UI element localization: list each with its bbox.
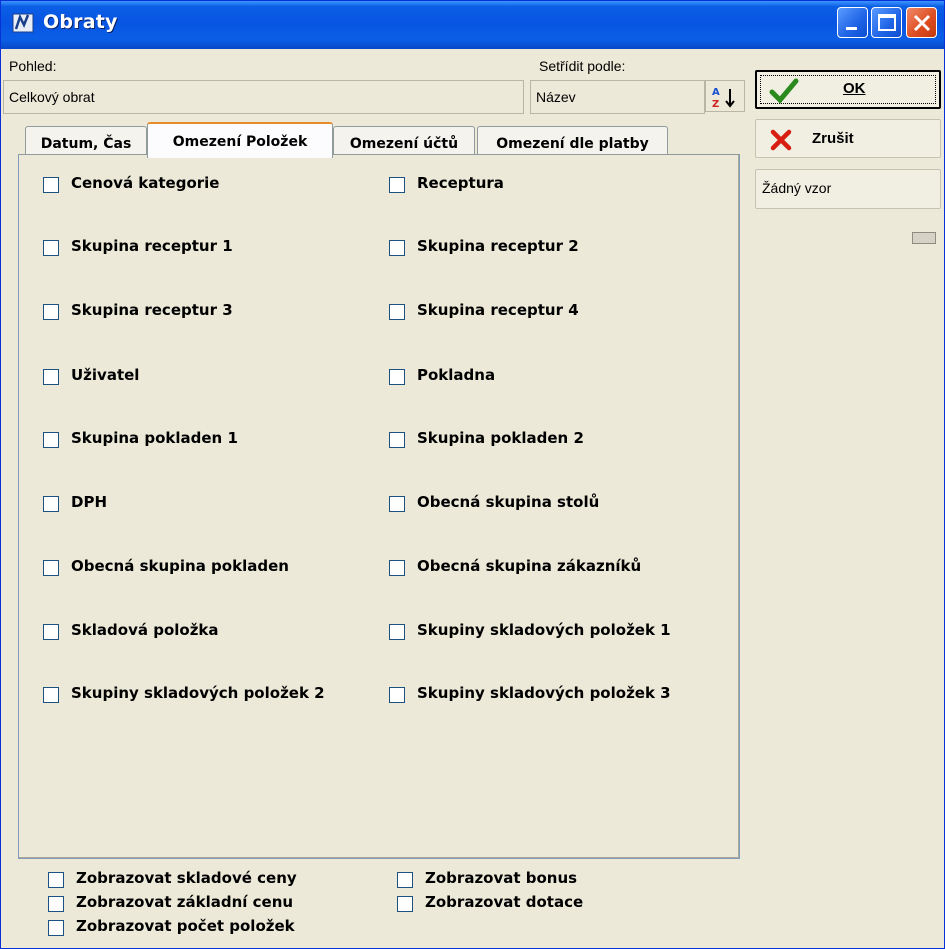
filter-checkbox[interactable] <box>389 369 405 385</box>
filter-label: Skladová položka <box>71 621 219 639</box>
filter-label: Skupina receptur 4 <box>417 301 579 319</box>
option-checkbox[interactable] <box>48 920 64 936</box>
cancel-x-icon <box>770 129 792 151</box>
filter-checkbox[interactable] <box>43 432 59 448</box>
filter-checkbox[interactable] <box>43 240 59 256</box>
filter-checkbox[interactable] <box>43 496 59 512</box>
cancel-button[interactable]: Zrušit <box>755 119 941 158</box>
filter-checkbox[interactable] <box>389 432 405 448</box>
template-label: Žádný vzor <box>762 180 832 196</box>
view-field[interactable]: Celkový obrat <box>3 80 524 114</box>
minimize-button[interactable] <box>837 7 868 38</box>
filter-label: Skupiny skladových položek 3 <box>417 684 671 702</box>
cancel-label: Zrušit <box>812 130 854 147</box>
filter-checkbox[interactable] <box>43 177 59 193</box>
tab-omezeni-polozek[interactable]: Omezení Položek <box>147 122 333 158</box>
option-label: Zobrazovat bonus <box>425 869 578 887</box>
filter-checkbox[interactable] <box>43 560 59 576</box>
svg-text:Z: Z <box>712 99 719 110</box>
filter-label: Skupina pokladen 2 <box>417 429 584 447</box>
sort-value: Název <box>536 89 576 105</box>
tab-label: Omezení účtů <box>349 136 459 152</box>
option-checkbox[interactable] <box>397 872 413 888</box>
option-label: Zobrazovat dotace <box>425 893 584 911</box>
filter-label: Skupina receptur 1 <box>71 237 233 255</box>
filter-label: Skupina receptur 2 <box>417 237 579 255</box>
maximize-button[interactable] <box>871 7 902 38</box>
sort-field[interactable]: Název <box>530 80 705 114</box>
close-icon <box>913 14 931 32</box>
sort-az-icon: A Z <box>712 87 735 110</box>
filter-checkbox[interactable] <box>43 304 59 320</box>
filter-label: Skupina receptur 3 <box>71 301 233 319</box>
minimize-icon <box>846 27 857 30</box>
close-button[interactable] <box>906 7 937 38</box>
filter-checkbox[interactable] <box>389 496 405 512</box>
tab-panel: Cenová kategorie Receptura Skupina recep… <box>18 154 740 859</box>
filter-label: Skupiny skladových položek 1 <box>417 621 671 639</box>
option-label: Zobrazovat počet položek <box>76 917 295 935</box>
filter-label: Cenová kategorie <box>71 174 220 192</box>
filter-checkbox[interactable] <box>389 687 405 703</box>
check-icon <box>769 78 799 104</box>
tab-label: Omezení dle platby <box>496 136 649 152</box>
filter-label: Obecná skupina stolů <box>417 493 600 511</box>
filter-checkbox[interactable] <box>389 304 405 320</box>
filter-label: Uživatel <box>71 366 140 384</box>
svg-text:A: A <box>712 87 720 98</box>
filter-checkbox[interactable] <box>389 177 405 193</box>
template-button[interactable]: Žádný vzor <box>755 169 941 209</box>
sort-direction-button[interactable]: A Z <box>705 80 745 112</box>
tab-label: Datum, Čas <box>40 136 132 152</box>
filter-checkbox[interactable] <box>43 687 59 703</box>
view-value: Celkový obrat <box>9 89 95 105</box>
maximize-icon <box>878 14 896 31</box>
filter-label: Obecná skupina pokladen <box>71 557 289 575</box>
filter-label: Receptura <box>417 174 504 192</box>
filter-checkbox[interactable] <box>389 624 405 640</box>
status-indicator <box>912 232 936 244</box>
title-bar[interactable]: Obraty <box>1 1 944 49</box>
tab-label: Omezení Položek <box>172 134 308 150</box>
filter-label: Pokladna <box>417 366 496 384</box>
option-checkbox[interactable] <box>48 896 64 912</box>
app-icon <box>12 13 34 33</box>
ok-label: OK <box>843 80 866 97</box>
option-label: Zobrazovat skladové ceny <box>76 869 297 887</box>
ok-button[interactable]: OK <box>755 70 941 109</box>
filter-label: Skupina pokladen 1 <box>71 429 238 447</box>
filter-label: Obecná skupina zákazníků <box>417 557 642 575</box>
sort-label: Setřídit podle: <box>539 58 626 74</box>
dialog-window: Obraty Pohled: Celkový obrat Setřídit po… <box>0 0 945 949</box>
filter-checkbox[interactable] <box>389 560 405 576</box>
option-checkbox[interactable] <box>397 896 413 912</box>
window-title: Obraty <box>43 11 118 33</box>
filter-checkbox[interactable] <box>43 624 59 640</box>
filter-label: Skupiny skladových položek 2 <box>71 684 325 702</box>
filter-label: DPH <box>71 493 107 511</box>
view-label: Pohled: <box>9 58 57 74</box>
filter-checkbox[interactable] <box>43 369 59 385</box>
option-checkbox[interactable] <box>48 872 64 888</box>
filter-checkbox[interactable] <box>389 240 405 256</box>
option-label: Zobrazovat základní cenu <box>76 893 294 911</box>
